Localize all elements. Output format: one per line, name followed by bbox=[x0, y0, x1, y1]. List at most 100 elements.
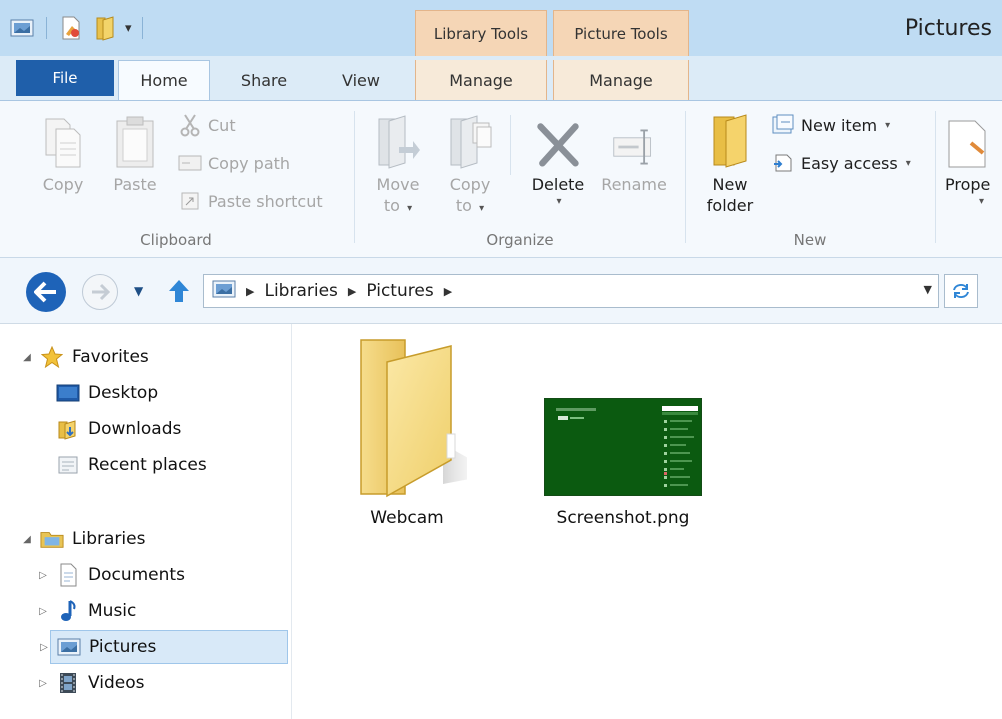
copy-path-icon bbox=[178, 151, 202, 175]
move-to-icon bbox=[375, 111, 421, 169]
new-item-icon bbox=[771, 113, 795, 137]
pictures-library-icon bbox=[57, 636, 81, 658]
nav-item-pictures[interactable]: ▷ Pictures bbox=[40, 630, 288, 664]
tab-manage-library[interactable]: Manage bbox=[415, 60, 547, 100]
easy-access-button[interactable]: Easy access ▾ bbox=[771, 151, 911, 175]
nav-libraries[interactable]: ◢ Libraries bbox=[20, 522, 288, 556]
refresh-icon bbox=[953, 284, 969, 298]
copy-to-icon bbox=[447, 111, 493, 169]
tab-home[interactable]: Home bbox=[118, 60, 210, 100]
move-to-dropdown-icon: ▾ bbox=[407, 202, 413, 214]
nav-favorites[interactable]: ◢ Favorites bbox=[20, 340, 288, 374]
back-arrow-icon bbox=[34, 281, 56, 303]
nav-item-videos[interactable]: ▷ Videos bbox=[39, 666, 288, 700]
rename-label: Rename bbox=[601, 175, 667, 194]
system-menu-icon[interactable] bbox=[8, 14, 36, 42]
copy-label: Copy bbox=[42, 175, 84, 194]
nav-item-label: Recent places bbox=[88, 455, 207, 475]
file-item-webcam[interactable]: Webcam bbox=[327, 334, 497, 528]
file-list-view: Webcam Screenshot.png bbox=[293, 324, 1002, 719]
up-button[interactable] bbox=[164, 276, 194, 306]
copy-button[interactable]: Copy bbox=[34, 111, 92, 196]
paste-shortcut-button[interactable]: Paste shortcut bbox=[178, 189, 323, 213]
organize-group-label: Organize bbox=[486, 231, 554, 249]
documents-icon bbox=[56, 563, 80, 587]
properties-button[interactable]: Prope ▾ bbox=[945, 111, 1002, 207]
new-folder-icon bbox=[707, 111, 753, 169]
nav-item-label: Desktop bbox=[88, 383, 159, 403]
customize-qat-dropdown-icon[interactable]: ▾ bbox=[125, 21, 132, 36]
forward-button[interactable] bbox=[82, 274, 118, 310]
nav-item-desktop[interactable]: Desktop bbox=[50, 376, 288, 410]
move-to-button[interactable]: Move to ▾ bbox=[368, 111, 428, 217]
nav-item-documents[interactable]: ▷ Documents bbox=[39, 558, 288, 592]
easy-access-dropdown-icon: ▾ bbox=[905, 157, 911, 169]
paste-label: Paste bbox=[113, 175, 157, 194]
copy-to-dropdown-icon: ▾ bbox=[479, 202, 485, 214]
library-tools-context-group: Library Tools bbox=[415, 10, 547, 56]
open-group: Prope ▾ bbox=[937, 101, 1002, 257]
collapsed-arrow-icon[interactable]: ▷ bbox=[37, 642, 51, 653]
collapsed-arrow-icon[interactable]: ▷ bbox=[36, 570, 50, 581]
image-thumbnail bbox=[543, 397, 703, 500]
file-item-screenshot[interactable]: Screenshot.png bbox=[533, 397, 713, 528]
clipboard-group-label: Clipboard bbox=[140, 231, 212, 249]
music-note-icon bbox=[56, 600, 80, 622]
copy-icon bbox=[40, 111, 86, 169]
paste-button[interactable]: Paste bbox=[106, 111, 164, 196]
collapsed-arrow-icon[interactable]: ▷ bbox=[36, 678, 50, 689]
file-name: Webcam bbox=[370, 508, 444, 528]
copy-to-label-2: to bbox=[455, 195, 472, 215]
copy-path-label: Copy path bbox=[208, 153, 291, 173]
refresh-button[interactable] bbox=[944, 274, 978, 308]
breadcrumb-libraries[interactable]: Libraries bbox=[264, 281, 337, 301]
recent-locations-dropdown-icon[interactable]: ▼ bbox=[134, 284, 143, 298]
crumb-separator-icon[interactable]: ▶ bbox=[348, 285, 356, 298]
crumb-separator-icon[interactable]: ▶ bbox=[444, 285, 452, 298]
organize-group: Move to ▾ Copy to ▾ Delete ▾ Rename Organi… bbox=[356, 101, 684, 257]
new-folder-button[interactable]: New folder bbox=[697, 111, 763, 217]
properties-icon bbox=[945, 111, 991, 169]
quick-access-toolbar: ▾ bbox=[8, 10, 147, 46]
tab-file[interactable]: File bbox=[16, 60, 114, 96]
address-bar[interactable]: ▶ Libraries ▶ Pictures ▶ ▼ bbox=[203, 274, 939, 308]
breadcrumb-pictures[interactable]: Pictures bbox=[366, 281, 433, 301]
easy-access-icon bbox=[771, 151, 795, 175]
paste-shortcut-label: Paste shortcut bbox=[208, 191, 323, 211]
new-folder-label-2: folder bbox=[706, 195, 754, 215]
crumb-separator-icon[interactable]: ▶ bbox=[246, 285, 254, 298]
cut-button[interactable]: Cut bbox=[178, 113, 236, 137]
expanded-arrow-icon[interactable]: ◢ bbox=[20, 352, 34, 363]
library-tools-label: Library Tools bbox=[433, 25, 529, 43]
nav-item-label: Videos bbox=[88, 673, 145, 693]
back-button[interactable] bbox=[26, 272, 66, 312]
delete-button[interactable]: Delete ▾ bbox=[524, 111, 592, 207]
forward-arrow-icon bbox=[92, 283, 110, 301]
new-folder-label: New bbox=[712, 175, 748, 194]
nav-item-label: Pictures bbox=[89, 637, 157, 657]
tab-view[interactable]: View bbox=[322, 60, 400, 100]
nav-item-downloads[interactable]: Downloads bbox=[50, 412, 288, 446]
tab-manage-picture[interactable]: Manage bbox=[553, 60, 689, 100]
new-folder-qat-icon[interactable] bbox=[91, 14, 119, 42]
collapsed-arrow-icon[interactable]: ▷ bbox=[36, 606, 50, 617]
expanded-arrow-icon[interactable]: ◢ bbox=[20, 534, 34, 545]
file-name: Screenshot.png bbox=[556, 508, 690, 528]
move-to-label-2: to bbox=[383, 195, 400, 215]
downloads-folder-icon bbox=[56, 418, 80, 440]
properties-qat-icon[interactable] bbox=[57, 14, 85, 42]
group-separator bbox=[685, 111, 686, 243]
ribbon-tab-row: File Home Share View Manage Manage bbox=[0, 56, 1002, 100]
address-dropdown-icon[interactable]: ▼ bbox=[924, 283, 932, 296]
nav-item-music[interactable]: ▷ Music bbox=[39, 594, 288, 628]
copy-to-button[interactable]: Copy to ▾ bbox=[440, 111, 500, 217]
new-group: New folder New item ▾ Easy access ▾ New bbox=[687, 101, 933, 257]
new-item-button[interactable]: New item ▾ bbox=[771, 113, 890, 137]
up-arrow-icon bbox=[169, 280, 189, 302]
tab-share[interactable]: Share bbox=[222, 60, 306, 100]
rename-button[interactable]: Rename bbox=[596, 111, 672, 196]
folder-icon bbox=[347, 334, 497, 506]
picture-tools-context-group: Picture Tools bbox=[553, 10, 689, 56]
nav-item-recent-places[interactable]: Recent places bbox=[50, 448, 288, 482]
copy-path-button[interactable]: Copy path bbox=[178, 151, 290, 175]
